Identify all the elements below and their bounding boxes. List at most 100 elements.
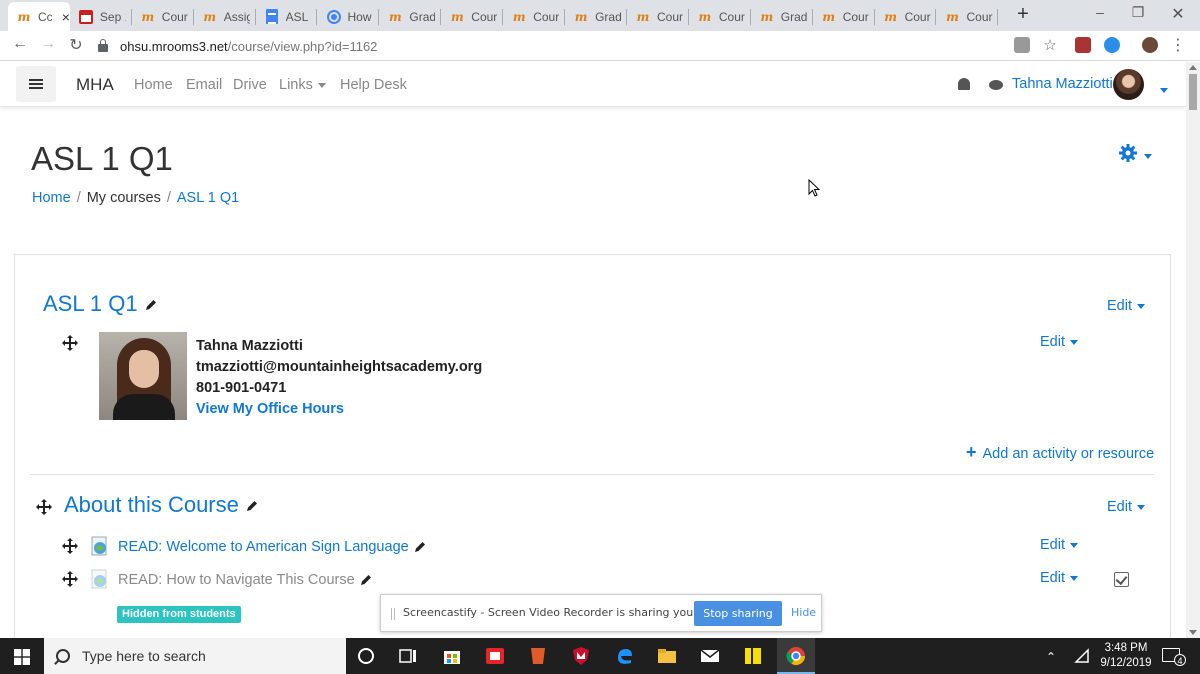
- browser-tab[interactable]: m Cours: [937, 2, 999, 31]
- chat-bubble-icon[interactable]: [989, 80, 1003, 90]
- extension-icon[interactable]: [1075, 37, 1091, 53]
- back-arrow-icon[interactable]: ←: [10, 35, 30, 53]
- section-edit-menu[interactable]: Edit: [1107, 499, 1145, 515]
- file-explorer-icon[interactable]: [657, 646, 677, 666]
- windows-start-icon[interactable]: [14, 649, 30, 665]
- maximize-button[interactable]: ❐: [1128, 4, 1148, 21]
- browser-tab[interactable]: m Cours: [441, 2, 504, 31]
- tab-title: Grade: [780, 9, 807, 24]
- section-title[interactable]: ASL 1 Q1: [43, 291, 158, 317]
- browser-tab-strip: mCc×Sep 1mCoursmAssigASL LHowmGrademCour…: [0, 0, 1200, 31]
- section-edit-menu[interactable]: Edit: [1107, 298, 1145, 314]
- breadcrumb-home[interactable]: Home: [32, 190, 71, 206]
- breadcrumb-divider: /: [166, 190, 171, 206]
- hide-button[interactable]: Hide: [791, 606, 816, 619]
- nav-help-desk[interactable]: Help Desk: [340, 77, 407, 93]
- pencil-icon[interactable]: [413, 540, 427, 554]
- gear-icon[interactable]: [1118, 143, 1138, 163]
- extension-r-icon[interactable]: [1104, 37, 1120, 53]
- mcafee-icon[interactable]: [571, 646, 591, 666]
- browser-tab[interactable]: ASL L: [256, 2, 318, 31]
- nav-home[interactable]: Home: [134, 77, 173, 93]
- move-icon[interactable]: [62, 571, 78, 587]
- move-icon[interactable]: [62, 335, 78, 351]
- browser-tab[interactable]: m Cours: [503, 2, 566, 31]
- moodle-m-icon: m: [698, 9, 712, 24]
- section-title[interactable]: About this Course: [64, 492, 259, 518]
- close-tab-icon[interactable]: ×: [62, 9, 70, 25]
- show-hidden-icons-icon[interactable]: ⌃: [1046, 650, 1056, 664]
- chevron-down-icon: [1070, 542, 1078, 548]
- chevron-down-icon[interactable]: [1160, 82, 1168, 100]
- office-hours-link[interactable]: View My Office Hours: [196, 401, 344, 417]
- activity-link[interactable]: READ: Welcome to American Sign Language: [118, 539, 427, 555]
- browser-tab[interactable]: m Cours: [875, 2, 937, 31]
- chrome-icon[interactable]: [786, 646, 806, 666]
- site-brand[interactable]: MHA: [76, 75, 114, 95]
- browser-tab[interactable]: How: [318, 2, 380, 31]
- hamburger-menu-button[interactable]: [16, 66, 56, 102]
- chevron-down-icon: [1070, 575, 1078, 581]
- activity-link[interactable]: READ: How to Navigate This Course: [118, 572, 373, 588]
- close-window-button[interactable]: ✕: [1168, 4, 1188, 24]
- scroll-down-arrow-icon[interactable]: [1189, 630, 1197, 635]
- store-icon[interactable]: [442, 646, 462, 666]
- pencil-icon[interactable]: [359, 573, 373, 587]
- browser-tab[interactable]: Sep 1: [70, 2, 132, 31]
- wifi-icon[interactable]: [1074, 648, 1090, 664]
- breadcrumb-my-courses[interactable]: My courses: [87, 190, 161, 206]
- move-icon[interactable]: [36, 499, 52, 515]
- share-message: Screencastify - Screen Video Recorder is…: [403, 606, 742, 619]
- activity-edit-menu[interactable]: Edit: [1040, 537, 1078, 553]
- cortana-icon[interactable]: [356, 646, 376, 666]
- browser-tab[interactable]: m Grade: [565, 2, 627, 31]
- breadcrumb-course[interactable]: ASL 1 Q1: [177, 190, 239, 206]
- browser-tab[interactable]: m Cours: [132, 2, 194, 31]
- pencil-icon[interactable]: [245, 499, 259, 513]
- app-orange-icon[interactable]: [528, 646, 548, 666]
- completion-checkbox[interactable]: [1114, 572, 1129, 587]
- breadcrumb-divider: /: [76, 190, 81, 206]
- label-edit-menu[interactable]: Edit: [1040, 334, 1078, 350]
- forward-arrow-icon[interactable]: →: [38, 35, 58, 53]
- chevron-down-icon[interactable]: [1144, 148, 1152, 166]
- pencil-icon[interactable]: [144, 298, 158, 312]
- reload-icon[interactable]: ↻: [66, 35, 86, 55]
- browser-tab[interactable]: m Cours: [627, 2, 689, 31]
- taskbar-search-input[interactable]: Type here to search: [44, 638, 346, 674]
- nav-drive[interactable]: Drive: [233, 77, 267, 93]
- new-tab-button[interactable]: +: [1012, 3, 1034, 26]
- scroll-up-arrow-icon[interactable]: [1189, 65, 1197, 70]
- browser-tab[interactable]: m Cours: [813, 2, 875, 31]
- camera-blocked-icon[interactable]: [1014, 37, 1030, 53]
- avatar[interactable]: [1113, 69, 1144, 100]
- move-icon[interactable]: [62, 538, 78, 554]
- system-clock[interactable]: 3:48 PM 9/12/2019: [1098, 641, 1154, 671]
- browser-tab[interactable]: m Grade: [379, 2, 442, 31]
- profile-avatar-icon[interactable]: [1142, 37, 1158, 53]
- browser-tab[interactable]: m Cours: [689, 2, 751, 31]
- sticky-notes-icon[interactable]: [743, 646, 763, 666]
- nav-links-dropdown[interactable]: Links: [279, 77, 326, 93]
- user-name[interactable]: Tahna Mazziotti: [1012, 76, 1113, 92]
- page-scrollbar[interactable]: [1186, 62, 1200, 638]
- minimize-button[interactable]: –: [1090, 4, 1110, 20]
- stop-sharing-button[interactable]: Stop sharing: [694, 601, 782, 626]
- bell-icon[interactable]: [958, 78, 970, 90]
- add-activity-button[interactable]: + Add an activity or resource: [966, 442, 1154, 463]
- browser-tab[interactable]: m Assig: [194, 2, 256, 31]
- nav-email[interactable]: Email: [186, 77, 222, 93]
- task-view-icon[interactable]: [398, 646, 418, 666]
- browser-tab[interactable]: m Grade: [751, 2, 813, 31]
- browser-tab[interactable]: m Cc ×: [8, 2, 70, 31]
- drag-handle-icon[interactable]: [391, 608, 395, 620]
- tab-separator: [997, 9, 999, 25]
- mail-icon[interactable]: [700, 646, 720, 666]
- bookmark-star-icon[interactable]: ☆: [1040, 36, 1060, 54]
- scrollbar-thumb[interactable]: [1189, 74, 1197, 110]
- activity-edit-menu[interactable]: Edit: [1040, 570, 1078, 586]
- app-red-icon[interactable]: [485, 646, 505, 666]
- kebab-menu-icon[interactable]: ⋮: [1168, 35, 1188, 55]
- moodle-m-icon: m: [389, 9, 402, 24]
- edge-icon[interactable]: [614, 646, 634, 666]
